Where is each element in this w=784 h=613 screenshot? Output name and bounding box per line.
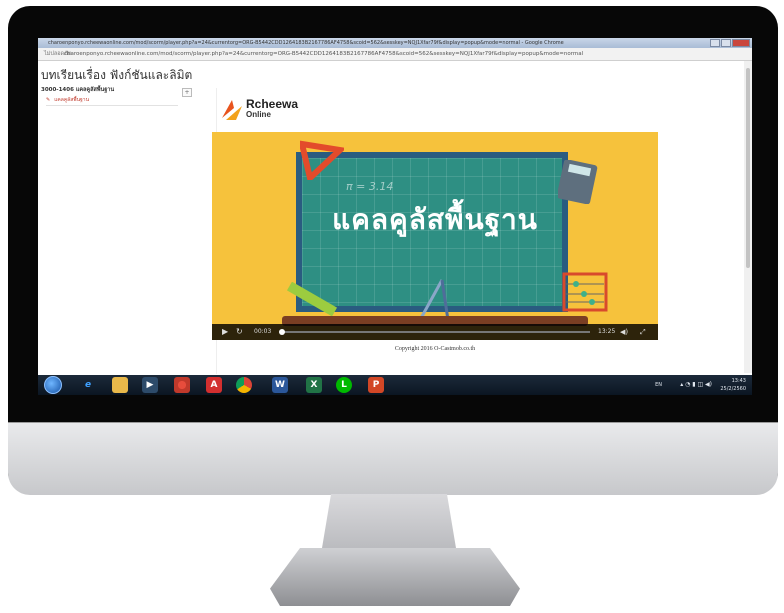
maximize-button[interactable] — [721, 39, 731, 47]
abacus-icon — [562, 272, 608, 312]
seek-bar[interactable] — [280, 331, 590, 333]
current-time: 00:03 — [254, 328, 272, 335]
volume-icon[interactable]: ◀) — [620, 324, 628, 340]
course-code: 3000-1406 แคลคูลัสพื้นฐาน — [41, 87, 115, 93]
browser-alt-icon[interactable] — [174, 377, 190, 393]
rcheewa-logo-mark — [222, 100, 242, 120]
media-player-icon[interactable]: ▶ — [142, 377, 158, 393]
monitor-stand-base — [270, 548, 520, 606]
window-title: charoenponyo.rcheewaonline.com/mod/scorm… — [48, 40, 564, 46]
monitor-chin — [8, 422, 778, 495]
address-bar[interactable]: ไม่ปลอดภัย charoenponyo.rcheewaonline.co… — [38, 48, 752, 61]
expand-button[interactable]: + — [182, 88, 192, 97]
word-icon[interactable]: W — [272, 377, 288, 393]
internet-explorer-icon[interactable]: e — [80, 377, 96, 393]
clock-time[interactable]: 13:43 — [732, 377, 746, 385]
lesson-item-label: แคลคูลัสพื้นฐาน — [54, 97, 89, 103]
minimize-button[interactable] — [710, 39, 720, 47]
sidebar — [38, 88, 217, 374]
copyright-text: Copyright 2016 O-Castmob.co.th — [394, 346, 476, 352]
browser-titlebar: charoenponyo.rcheewaonline.com/mod/scorm… — [38, 38, 752, 48]
clock-date[interactable]: 25/2/2560 — [720, 385, 746, 393]
start-button[interactable] — [44, 376, 62, 394]
rcheewa-logo: Rcheewa Online — [220, 96, 310, 128]
video-player[interactable]: π = 3.14 แคลคูลัสพื้นฐาน ▶ ↻ 00:03 13:25… — [212, 132, 658, 340]
screen: charoenponyo.rcheewaonline.com/mod/scorm… — [38, 38, 752, 395]
line-icon[interactable]: L — [336, 377, 352, 393]
video-headline: แคลคูลัสพื้นฐาน — [332, 203, 538, 236]
excel-icon[interactable]: X — [306, 377, 322, 393]
scrollbar-thumb[interactable] — [746, 68, 750, 268]
fullscreen-icon[interactable]: ⤢ — [640, 324, 646, 340]
language-indicator[interactable]: EN — [655, 381, 662, 389]
powerpoint-icon[interactable]: P — [368, 377, 384, 393]
page-title: บทเรียนเรื่อง ฟังก์ชันและลิมิต — [41, 68, 193, 82]
video-controls: ▶ ↻ 00:03 13:25 ◀) ⤢ — [212, 324, 658, 340]
taskbar: e ▶ A W X L P EN ▴ ◔ ▮ ◫ ◀) 13:43 25/2/2… — [38, 375, 752, 395]
set-square-icon — [300, 140, 344, 180]
chrome-icon[interactable] — [236, 377, 252, 393]
acrobat-icon[interactable]: A — [206, 377, 222, 393]
play-icon[interactable]: ▶ — [222, 324, 228, 340]
close-button[interactable] — [732, 39, 750, 47]
file-explorer-icon[interactable] — [112, 377, 128, 393]
logo-line1: Rcheewa — [246, 97, 299, 111]
url-text[interactable]: charoenponyo.rcheewaonline.com/mod/scorm… — [64, 48, 583, 60]
lesson-item[interactable]: ✎ แคลคูลัสพื้นฐาน — [46, 96, 178, 106]
tray-icons[interactable]: ▴ ◔ ▮ ◫ ◀) — [680, 381, 712, 389]
edit-icon: ✎ — [46, 97, 51, 103]
pi-text: π = 3.14 — [346, 180, 394, 193]
duration: 13:25 — [598, 328, 616, 335]
logo-line2: Online — [246, 110, 271, 119]
seek-handle[interactable] — [279, 329, 286, 335]
replay-icon[interactable]: ↻ — [236, 324, 243, 340]
window-controls — [710, 39, 750, 47]
